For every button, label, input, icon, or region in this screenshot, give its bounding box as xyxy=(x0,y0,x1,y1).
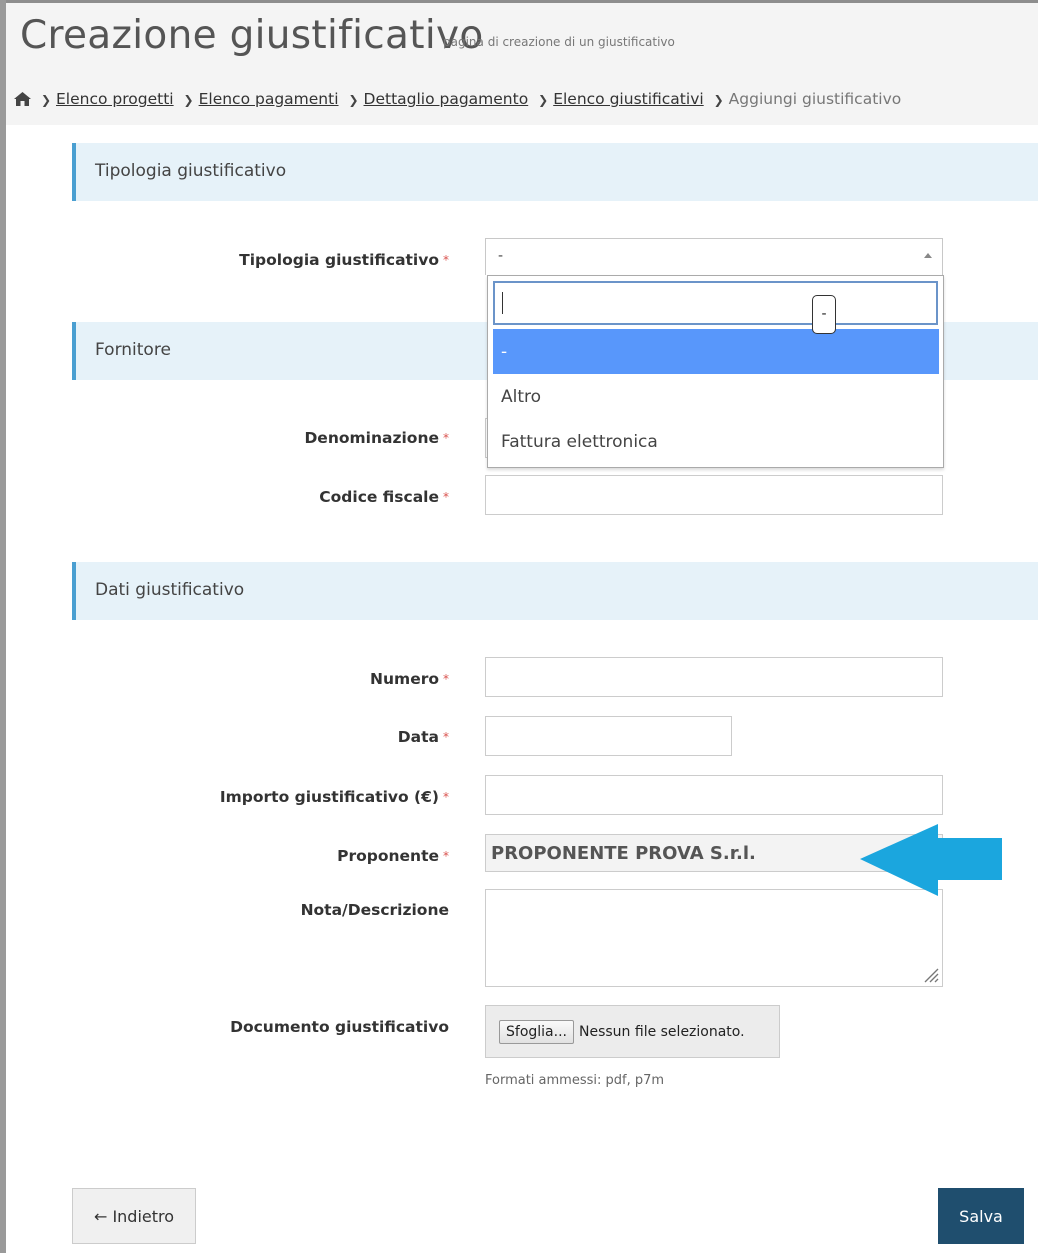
required-mark: * xyxy=(443,490,449,504)
required-mark: * xyxy=(443,790,449,804)
denominazione-label-text: Denominazione xyxy=(304,429,439,447)
breadcrumb-current: Aggiungi giustificativo xyxy=(728,90,902,108)
required-mark: * xyxy=(443,431,449,445)
file-help-text: Formati ammessi: pdf, p7m xyxy=(485,1073,665,1088)
data-label: Data * xyxy=(398,728,449,746)
tipologia-select[interactable]: - xyxy=(485,238,943,275)
nota-textarea[interactable] xyxy=(485,889,943,987)
mouse-cursor-icon: - xyxy=(812,295,836,334)
file-status: Nessun file selezionato. xyxy=(579,1024,745,1040)
numero-input[interactable] xyxy=(485,657,943,697)
section-header-dati: Dati giustificativo xyxy=(72,562,1038,620)
chevron-right-icon: ❯ xyxy=(713,93,724,107)
dropdown-option[interactable]: Fattura elettronica xyxy=(493,419,939,464)
codice-fiscale-label: Codice fiscale * xyxy=(319,488,449,506)
proponente-label-text: Proponente xyxy=(337,847,439,865)
codice-fiscale-input[interactable] xyxy=(485,475,943,515)
nota-label: Nota/Descrizione xyxy=(301,901,449,919)
resize-handle-icon[interactable] xyxy=(923,967,939,983)
page-title: Creazione giustificativo xyxy=(20,13,484,58)
denominazione-label: Denominazione * xyxy=(304,429,449,447)
section-title: Dati giustificativo xyxy=(95,580,245,600)
required-mark: * xyxy=(443,253,449,267)
page-subtitle: pagina di creazione di un giustificativo xyxy=(443,35,675,49)
data-label-text: Data xyxy=(397,728,439,746)
importo-label-text: Importo giustificativo (€) xyxy=(219,788,439,806)
numero-label: Numero * xyxy=(370,670,449,688)
tipologia-label: Tipologia giustificativo * xyxy=(239,251,449,269)
proponente-label: Proponente * xyxy=(337,847,449,865)
required-mark: * xyxy=(443,849,449,863)
documento-label: Documento giustificativo xyxy=(230,1018,449,1036)
home-icon[interactable] xyxy=(14,92,31,110)
data-input[interactable] xyxy=(485,716,732,756)
caret-up-icon xyxy=(924,253,932,258)
breadcrumb-link-elenco-giustificativi[interactable]: Elenco giustificativi xyxy=(553,90,703,108)
codice-fiscale-label-text: Codice fiscale xyxy=(319,488,439,506)
browse-button[interactable]: Sfoglia... xyxy=(499,1020,574,1044)
tipologia-selected-value: - xyxy=(498,248,504,264)
breadcrumb: ❯ Elenco progetti ❯ Elenco pagamenti ❯ Dett… xyxy=(14,90,901,110)
tipologia-dropdown: - Altro Fattura elettronica xyxy=(487,275,944,468)
section-title: Tipologia giustificativo xyxy=(95,161,287,181)
breadcrumb-link-elenco-pagamenti[interactable]: Elenco pagamenti xyxy=(199,90,339,108)
chevron-right-icon: ❯ xyxy=(538,93,549,107)
required-mark: * xyxy=(443,730,449,744)
window-frame-left xyxy=(0,0,6,1253)
text-cursor xyxy=(502,292,503,314)
breadcrumb-link-dettaglio-pagamento[interactable]: Dettaglio pagamento xyxy=(364,90,529,108)
documento-label-text: Documento giustificativo xyxy=(230,1018,449,1036)
proponente-value: PROPONENTE PROVA S.r.l. xyxy=(491,843,756,864)
chevron-right-icon: ❯ xyxy=(183,93,194,107)
dropdown-search-input[interactable] xyxy=(493,281,938,325)
importo-input[interactable] xyxy=(485,775,943,815)
section-title: Fornitore xyxy=(95,340,171,360)
importo-label: Importo giustificativo (€) * xyxy=(220,788,449,806)
file-input: Sfoglia... Nessun file selezionato. xyxy=(485,1005,780,1058)
dropdown-option[interactable]: - xyxy=(493,329,939,374)
tipologia-label-text: Tipologia giustificativo xyxy=(239,251,439,269)
dropdown-option[interactable]: Altro xyxy=(493,374,939,419)
back-button[interactable]: ← Indietro xyxy=(72,1188,196,1244)
required-mark: * xyxy=(443,672,449,686)
arrow-left-icon xyxy=(860,824,1002,896)
numero-label-text: Numero xyxy=(370,670,439,688)
chevron-right-icon: ❯ xyxy=(40,93,51,107)
breadcrumb-link-elenco-progetti[interactable]: Elenco progetti xyxy=(56,90,174,108)
nota-label-text: Nota/Descrizione xyxy=(300,901,449,919)
chevron-right-icon: ❯ xyxy=(348,93,359,107)
section-header-tipologia: Tipologia giustificativo xyxy=(72,143,1038,201)
save-button[interactable]: Salva xyxy=(938,1188,1024,1244)
